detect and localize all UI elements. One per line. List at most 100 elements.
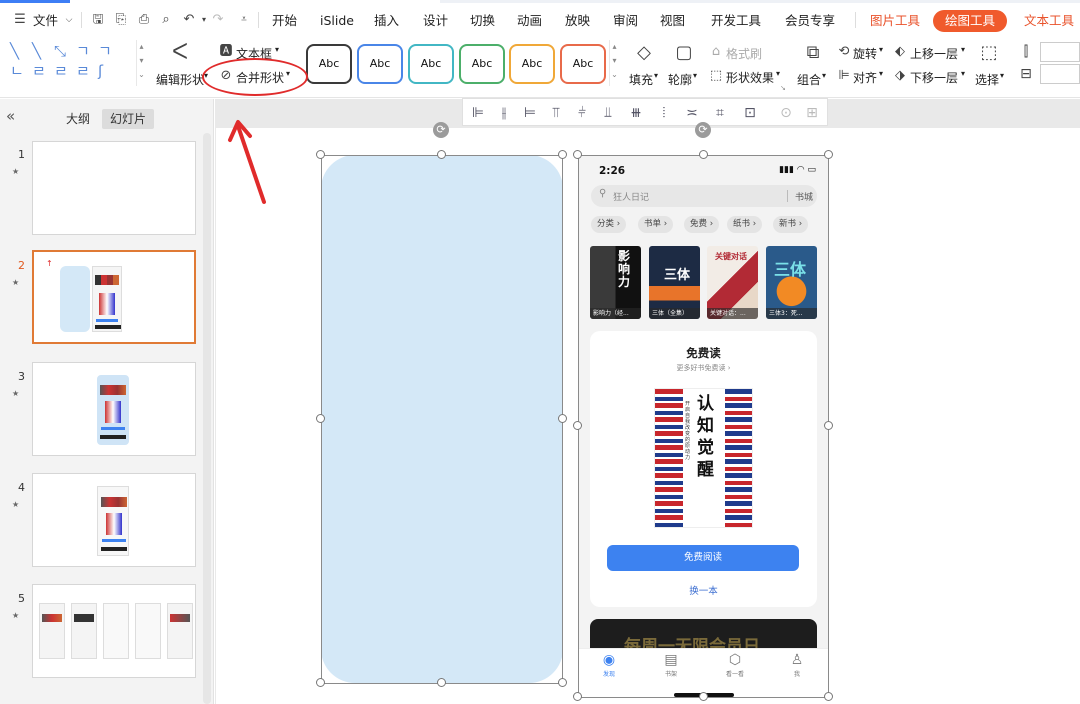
resize-handle[interactable] xyxy=(316,150,325,159)
save-icon[interactable]: 🖫 xyxy=(90,12,106,28)
shape-style-2[interactable]: Abc xyxy=(357,44,403,84)
tab-developer[interactable]: 开发工具 xyxy=(711,12,761,30)
curved-double-arrow-icon[interactable]: ㄹ xyxy=(76,64,90,79)
tab-home[interactable]: 开始 xyxy=(272,12,297,30)
resize-handle[interactable] xyxy=(573,692,582,701)
chevron-down-icon[interactable]: ▾ xyxy=(822,71,826,80)
shape-style-4[interactable]: Abc xyxy=(459,44,505,84)
slide-thumbnail-5[interactable] xyxy=(32,584,196,678)
shape-width-input[interactable] xyxy=(1040,64,1080,84)
resize-handle[interactable] xyxy=(558,150,567,159)
tab-slides[interactable]: 幻灯片 xyxy=(102,109,155,129)
edit-shape-icon[interactable]: ᐸ xyxy=(170,42,190,64)
shape-style-3[interactable]: Abc xyxy=(408,44,454,84)
shape-style-6[interactable]: Abc xyxy=(560,44,606,84)
send-backward-button[interactable]: 下移一层 xyxy=(910,69,958,86)
slide-thumbnail-2[interactable]: ↑ xyxy=(32,250,196,344)
format-painter-icon[interactable]: ⌂ xyxy=(706,42,726,62)
tab-islide[interactable]: iSlide xyxy=(320,12,354,30)
tab-drawing-tools[interactable]: 绘图工具 xyxy=(933,10,1007,32)
chevron-down-icon[interactable]: ▾ xyxy=(1000,71,1004,80)
fill-icon[interactable]: ◇ xyxy=(634,43,654,63)
resize-handle[interactable] xyxy=(558,678,567,687)
resize-handle[interactable] xyxy=(316,678,325,687)
bring-forward-button[interactable]: 上移一层 xyxy=(910,45,958,62)
print-preview-icon[interactable]: ⌕ xyxy=(158,12,174,28)
chevron-down-icon[interactable]: ▾ xyxy=(879,69,883,78)
bring-forward-icon[interactable]: ⬖ xyxy=(890,42,910,62)
hamburger-icon[interactable]: ☰ xyxy=(12,12,28,28)
fit-canvas-icon[interactable]: ⊡ xyxy=(741,104,759,122)
elbow-connector-icon[interactable]: ㄱ xyxy=(76,44,90,59)
rotate-handle-icon[interactable]: ⟳ xyxy=(695,122,711,138)
resize-handle[interactable] xyxy=(437,678,446,687)
group-button[interactable]: 组合 xyxy=(797,71,821,88)
tab-slideshow[interactable]: 放映 xyxy=(565,12,590,30)
slide-thumbnail-4[interactable] xyxy=(32,473,196,567)
tab-transition[interactable]: 切换 xyxy=(470,12,495,30)
resize-handle[interactable] xyxy=(558,414,567,423)
resize-handle[interactable] xyxy=(699,692,708,701)
shape-effects-button[interactable]: 形状效果 xyxy=(726,69,774,86)
align-button[interactable]: 对齐 xyxy=(853,69,877,86)
slide-thumbnail-1[interactable] xyxy=(32,141,196,235)
align-center-icon[interactable]: ⫲ xyxy=(495,104,513,122)
shape-height-input[interactable] xyxy=(1040,42,1080,62)
outline-button[interactable]: 轮廓 xyxy=(668,71,692,88)
rotate-button[interactable]: 旋转 xyxy=(853,45,877,62)
double-arrow-shape-icon[interactable]: ⤡ xyxy=(54,44,66,59)
line-shape-icon[interactable]: ╲ xyxy=(10,44,19,59)
tab-animation[interactable]: 动画 xyxy=(517,12,542,30)
shape-style-1[interactable]: Abc xyxy=(306,44,352,84)
shape-style-5[interactable]: Abc xyxy=(509,44,555,84)
resize-handle[interactable] xyxy=(573,421,582,430)
edit-shape-button[interactable]: 编辑形状 xyxy=(156,71,204,88)
chevron-down-icon[interactable]: ▾ xyxy=(654,71,658,80)
pin-icon[interactable]: ⊙ xyxy=(777,104,795,122)
resize-handle[interactable] xyxy=(699,150,708,159)
slide-thumbnail-3[interactable] xyxy=(32,362,196,456)
line-shape-gallery[interactable]: ╲ ╲ ⤡ ㄱ ㄱ ㄴ ㄹ ㄹ ㄹ ʃ xyxy=(8,40,136,84)
align-right-icon[interactable]: ⊨ xyxy=(521,104,539,122)
dialog-launcher-icon[interactable]: ↘ xyxy=(780,84,786,92)
curved-connector-icon[interactable]: ㄹ xyxy=(32,64,46,79)
file-menu[interactable]: 文件 xyxy=(33,12,58,30)
style-gallery-scroll[interactable]: ▴ ▾ ⌄ xyxy=(609,40,619,86)
resize-handle[interactable] xyxy=(573,150,582,159)
crop-icon[interactable]: ⌗ xyxy=(711,104,729,122)
align-middle-icon[interactable]: ⫩ xyxy=(573,104,591,122)
tab-insert[interactable]: 插入 xyxy=(374,12,399,30)
tab-outline[interactable]: 大纲 xyxy=(58,109,98,129)
chevron-down-icon[interactable]: ▾ xyxy=(693,71,697,80)
fill-button[interactable]: 填充 xyxy=(629,71,653,88)
resize-handle[interactable] xyxy=(824,421,833,430)
elbow-arrow-icon[interactable]: ㄱ xyxy=(98,44,112,59)
format-painter-button[interactable]: 格式刷 xyxy=(726,45,762,62)
chevron-down-icon[interactable]: ▾ xyxy=(879,45,883,54)
freeform-icon[interactable]: ʃ xyxy=(98,64,103,79)
arrow-shape-icon[interactable]: ╲ xyxy=(32,44,41,59)
distribute-spacing-icon[interactable]: ≍ xyxy=(683,104,701,122)
redo-icon[interactable]: ↷ xyxy=(210,12,226,28)
chevron-down-icon[interactable]: ▾ xyxy=(275,45,279,54)
align-top-icon[interactable]: ⫪ xyxy=(547,104,565,122)
distribute-horizontal-icon[interactable]: ⧻ xyxy=(627,104,645,122)
split-icon[interactable]: ⊞ xyxy=(803,104,821,122)
align-left-icon[interactable]: ⊫ xyxy=(469,104,487,122)
tab-text-tools[interactable]: 文本工具 xyxy=(1024,12,1074,30)
select-icon[interactable]: ⬚ xyxy=(979,43,999,63)
resize-handle[interactable] xyxy=(437,150,446,159)
align-bottom-icon[interactable]: ⫫ xyxy=(599,104,617,122)
resize-handle[interactable] xyxy=(824,692,833,701)
outline-icon[interactable]: ▢ xyxy=(674,43,694,63)
select-button[interactable]: 选择 xyxy=(975,71,999,88)
quick-access-dropdown-icon[interactable]: ⩡ xyxy=(236,12,252,28)
curved-arrow-icon[interactable]: ㄹ xyxy=(54,64,68,79)
collapse-panel-icon[interactable]: « xyxy=(6,107,15,125)
distribute-vertical-icon[interactable]: ⦙ xyxy=(655,104,673,122)
elbow-double-arrow-icon[interactable]: ㄴ xyxy=(10,64,24,79)
undo-icon[interactable]: ↶ xyxy=(181,12,197,28)
align-icon[interactable]: ⊫ xyxy=(834,66,854,86)
group-icon[interactable]: ⧉ xyxy=(803,43,823,63)
tab-design[interactable]: 设计 xyxy=(423,12,448,30)
